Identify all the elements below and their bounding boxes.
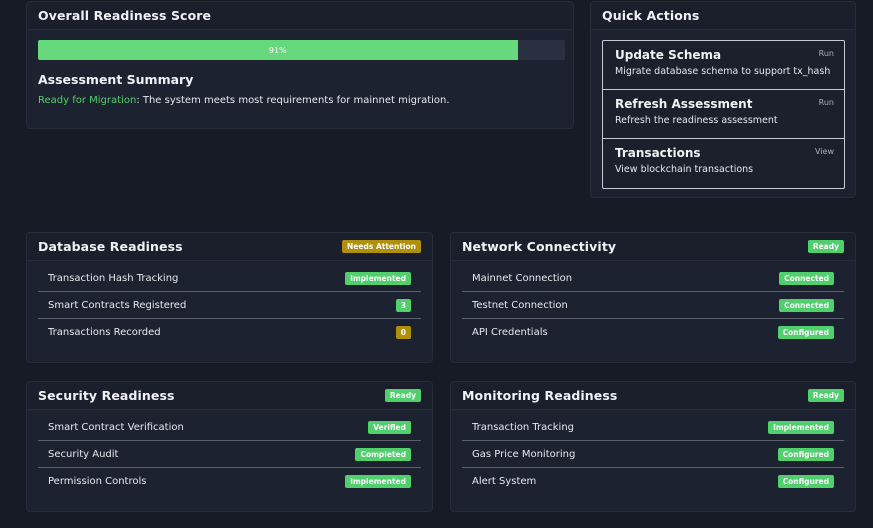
- quick-actions-card: Quick Actions Update Schema Migrate data…: [590, 1, 856, 198]
- quick-action-description: Refresh the readiness assessment: [615, 115, 778, 126]
- network-connectivity-card: Network Connectivity Ready Mainnet Conne…: [450, 232, 856, 363]
- table-row: Permission Controls Implemented: [38, 468, 421, 495]
- quick-action-title: Update Schema: [615, 48, 722, 62]
- security-readiness-card: Security Readiness Ready Smart Contract …: [26, 381, 433, 512]
- assessment-summary-text: Ready for Migration: The system meets mo…: [38, 95, 450, 106]
- assessment-status: Ready for Migration: [38, 95, 137, 106]
- table-row: Security Audit Completed: [38, 441, 421, 468]
- overall-readiness-title: Overall Readiness Score: [38, 8, 212, 23]
- quick-action-title: Transactions: [615, 146, 701, 160]
- status-badge: Configured: [777, 447, 834, 461]
- quick-action-description: Migrate database schema to support tx_ha…: [615, 66, 831, 77]
- row-label: Security Audit: [48, 448, 119, 460]
- count-badge: 0: [395, 326, 411, 339]
- quick-action-update-schema[interactable]: Update Schema Migrate database schema to…: [603, 41, 844, 90]
- view-action-link[interactable]: View: [815, 147, 834, 156]
- status-badge: Configured: [777, 326, 834, 339]
- count-badge: 3: [395, 298, 411, 312]
- table-row: Alert System Configured: [462, 468, 844, 495]
- security-status-badge: Ready: [384, 389, 421, 402]
- table-row: Transactions Recorded 0: [38, 319, 421, 346]
- overall-readiness-header: Overall Readiness Score: [27, 2, 573, 30]
- table-row: Transaction Tracking Implemented: [462, 414, 844, 441]
- table-row: Smart Contract Verification Verified: [38, 414, 421, 441]
- row-label: Transaction Hash Tracking: [48, 272, 179, 284]
- status-badge: Implemented: [345, 271, 411, 285]
- quick-action-title: Refresh Assessment: [615, 97, 753, 111]
- quick-action-description: View blockchain transactions: [615, 164, 754, 175]
- security-readiness-title: Security Readiness: [38, 388, 175, 403]
- quick-action-transactions[interactable]: Transactions View blockchain transaction…: [603, 139, 844, 188]
- status-badge: Configured: [777, 475, 834, 488]
- monitoring-readiness-title: Monitoring Readiness: [462, 388, 618, 403]
- row-label: Transactions Recorded: [48, 327, 161, 338]
- monitoring-status-badge: Ready: [807, 389, 844, 402]
- database-readiness-title: Database Readiness: [38, 239, 183, 254]
- run-action-link[interactable]: Run: [819, 49, 834, 58]
- network-connectivity-header: Network Connectivity Ready: [451, 233, 855, 261]
- status-badge: Implemented: [768, 420, 834, 434]
- row-label: Alert System: [472, 476, 537, 487]
- database-status-badge: Needs Attention: [342, 240, 421, 253]
- status-badge: Verified: [368, 420, 411, 434]
- security-readiness-header: Security Readiness Ready: [27, 382, 432, 410]
- monitoring-readiness-header: Monitoring Readiness Ready: [451, 382, 855, 410]
- table-row: Testnet Connection Connected: [462, 292, 844, 319]
- status-badge: Completed: [355, 447, 411, 461]
- row-label: Mainnet Connection: [472, 272, 573, 284]
- monitoring-checklist: Transaction Tracking Implemented Gas Pri…: [451, 414, 855, 495]
- row-label: Smart Contract Verification: [48, 421, 184, 433]
- row-label: Smart Contracts Registered: [48, 299, 187, 311]
- database-readiness-card: Database Readiness Needs Attention Trans…: [26, 232, 433, 363]
- status-badge: Connected: [779, 271, 834, 285]
- quick-actions-header: Quick Actions: [591, 2, 855, 30]
- row-label: Gas Price Monitoring: [472, 448, 576, 460]
- security-checklist: Smart Contract Verification Verified Sec…: [27, 414, 432, 495]
- table-row: Gas Price Monitoring Configured: [462, 441, 844, 468]
- network-status-badge: Ready: [807, 240, 844, 253]
- table-row: Smart Contracts Registered 3: [38, 292, 421, 319]
- quick-actions-list: Update Schema Migrate database schema to…: [602, 40, 845, 189]
- row-label: API Credentials: [472, 327, 548, 338]
- assessment-description: : The system meets most requirements for…: [136, 95, 450, 106]
- table-row: Mainnet Connection Connected: [462, 265, 844, 292]
- row-label: Testnet Connection: [472, 299, 568, 311]
- status-badge: Implemented: [345, 475, 411, 488]
- quick-actions-title: Quick Actions: [602, 8, 700, 23]
- readiness-progress-fill: 91%: [38, 40, 518, 60]
- readiness-progress-label: 91%: [268, 45, 287, 55]
- run-action-link[interactable]: Run: [819, 98, 834, 107]
- readiness-progress-bar: 91%: [38, 40, 565, 60]
- table-row: Transaction Hash Tracking Implemented: [38, 265, 421, 292]
- status-badge: Connected: [779, 298, 834, 312]
- network-connectivity-title: Network Connectivity: [462, 239, 617, 254]
- database-readiness-header: Database Readiness Needs Attention: [27, 233, 432, 261]
- assessment-summary-title: Assessment Summary: [38, 72, 194, 87]
- row-label: Transaction Tracking: [472, 421, 575, 433]
- row-label: Permission Controls: [48, 476, 147, 487]
- overall-readiness-card: Overall Readiness Score 91% Assessment S…: [26, 1, 574, 129]
- monitoring-readiness-card: Monitoring Readiness Ready Transaction T…: [450, 381, 856, 512]
- table-row: API Credentials Configured: [462, 319, 844, 346]
- quick-action-refresh-assessment[interactable]: Refresh Assessment Refresh the readiness…: [603, 90, 844, 139]
- database-checklist: Transaction Hash Tracking Implemented Sm…: [27, 265, 432, 346]
- network-checklist: Mainnet Connection Connected Testnet Con…: [451, 265, 855, 346]
